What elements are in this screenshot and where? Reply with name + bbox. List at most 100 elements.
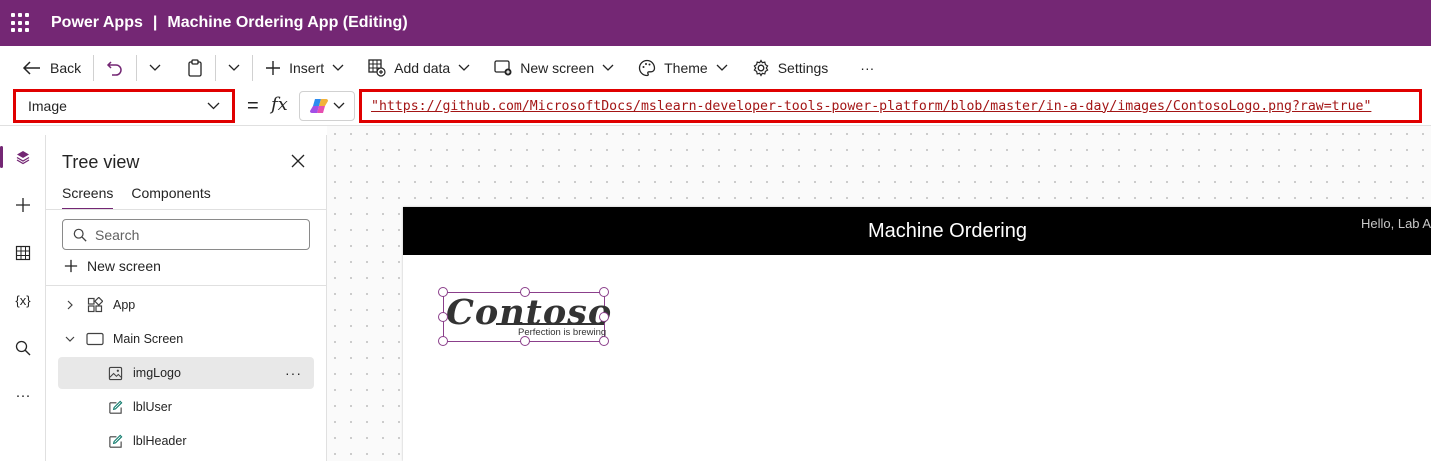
add-data-label: Add data (394, 60, 451, 76)
variables-icon: {x} (15, 292, 31, 308)
chevron-down-icon (716, 64, 728, 71)
chevron-right-icon[interactable] (64, 300, 76, 310)
search-input[interactable]: Search (62, 219, 310, 250)
new-screen-icon (494, 60, 512, 76)
resize-handle[interactable] (599, 287, 609, 297)
chevron-down-icon (458, 64, 470, 71)
insert-rail-button[interactable] (0, 187, 46, 223)
resize-handle[interactable] (520, 336, 530, 346)
more-icon: ··· (15, 386, 31, 404)
search-rail-button[interactable] (0, 330, 46, 366)
add-data-icon (368, 59, 386, 77)
equals-sign: = (247, 95, 259, 117)
logo-tagline: Perfection is brewing (518, 327, 607, 338)
formula-input[interactable]: "https://github.com/MicrosoftDocs/mslear… (359, 89, 1422, 123)
property-value: Image (28, 98, 67, 114)
resize-handle[interactable] (438, 312, 448, 322)
plus-icon (266, 61, 281, 75)
clipboard-icon (188, 59, 202, 77)
tree-node-imglogo[interactable]: imgLogo ··· (58, 357, 314, 389)
app-screen-preview[interactable]: Machine Ordering Hello, Lab A Contoso Pe… (403, 207, 1431, 461)
left-rail: {x} ··· (0, 135, 46, 461)
settings-button[interactable]: Settings (746, 52, 835, 84)
chevron-down-icon (602, 64, 614, 71)
title-separator: | (152, 14, 158, 31)
theme-label: Theme (664, 60, 708, 76)
tree-node-lbluser[interactable]: lblUser (58, 390, 314, 424)
imglogo-control[interactable]: Contoso Perfection is brewing (438, 287, 611, 346)
gear-icon (753, 59, 769, 77)
app-launcher-icon[interactable] (11, 13, 31, 33)
tree-node-lblheader[interactable]: lblHeader (58, 424, 314, 458)
chevron-down-icon (228, 64, 240, 71)
new-screen-link[interactable]: New screen (64, 258, 161, 274)
undo-icon (107, 61, 122, 76)
plus-icon (64, 259, 78, 273)
layers-icon (16, 151, 30, 165)
back-button[interactable]: Back (16, 52, 87, 84)
paste-button[interactable] (181, 52, 209, 84)
lbluser-control[interactable]: Hello, Lab A (1361, 216, 1431, 231)
divider (93, 55, 95, 81)
close-button[interactable] (290, 153, 306, 169)
image-icon (106, 366, 124, 381)
app-title: Machine Ordering App (Editing) (167, 14, 408, 31)
settings-label: Settings (777, 60, 829, 76)
add-data-button[interactable]: Add data (362, 52, 476, 84)
arrow-left-icon (22, 61, 40, 75)
tree-view-title: Tree view (62, 152, 140, 172)
fx-label: fx (271, 94, 288, 115)
resize-handle[interactable] (599, 336, 609, 346)
new-screen-button[interactable]: New screen (488, 52, 620, 84)
more-commands-button[interactable]: ··· (854, 52, 880, 84)
lblheader-control[interactable]: Machine Ordering Hello, Lab A (403, 207, 1431, 255)
tab-components[interactable]: Components (131, 185, 210, 210)
undo-button[interactable] (100, 52, 130, 84)
new-screen-label: New screen (520, 60, 595, 76)
more-rail-button[interactable]: ··· (0, 377, 46, 413)
command-bar: Back Insert Add data New screen Theme Se… (0, 46, 1431, 90)
chevron-down-icon (149, 64, 161, 71)
product-name: Power Apps (51, 14, 143, 31)
search-icon (15, 340, 31, 356)
undo-options-button[interactable] (143, 52, 167, 84)
data-rail-button[interactable] (0, 235, 46, 271)
chevron-down-icon[interactable] (64, 335, 76, 343)
paste-options-button[interactable] (222, 52, 246, 84)
theme-button[interactable]: Theme (632, 52, 734, 84)
label-edit-icon (106, 434, 124, 449)
resize-handle[interactable] (438, 336, 448, 346)
close-icon (291, 154, 305, 168)
copilot-button[interactable] (299, 91, 355, 121)
variables-rail-button[interactable]: {x} (0, 282, 46, 318)
tree-tabs: Screens Components (62, 185, 211, 210)
search-icon (73, 228, 87, 242)
search-placeholder: Search (95, 226, 140, 243)
tree-node-main-screen[interactable]: Main Screen (64, 322, 314, 356)
label-edit-icon (106, 400, 124, 415)
back-label: Back (50, 60, 82, 76)
active-indicator (0, 146, 3, 168)
more-options-button[interactable]: ··· (285, 365, 302, 381)
chevron-down-icon (207, 102, 220, 110)
chevron-down-icon (332, 64, 344, 71)
resize-handle[interactable] (438, 287, 448, 297)
resize-handle[interactable] (599, 312, 609, 322)
new-screen-label: New screen (87, 258, 161, 274)
divider (215, 55, 217, 81)
resize-handle[interactable] (520, 287, 530, 297)
tree-view-rail-button[interactable] (0, 139, 46, 175)
tree-node-label: imgLogo (133, 366, 181, 380)
tree-node-label: Main Screen (113, 332, 184, 346)
header-title: Machine Ordering (868, 220, 1027, 242)
more-label: ··· (860, 60, 875, 76)
plus-icon (16, 198, 30, 212)
tab-screens[interactable]: Screens (62, 185, 114, 210)
divider (46, 285, 326, 286)
tree-view-panel: Tree view Screens Components Search New … (46, 135, 327, 461)
insert-button[interactable]: Insert (259, 52, 350, 84)
app-icon (86, 297, 104, 313)
property-dropdown[interactable]: Image (13, 89, 235, 123)
tree-node-app[interactable]: App (64, 288, 314, 322)
screen-icon (86, 332, 104, 346)
